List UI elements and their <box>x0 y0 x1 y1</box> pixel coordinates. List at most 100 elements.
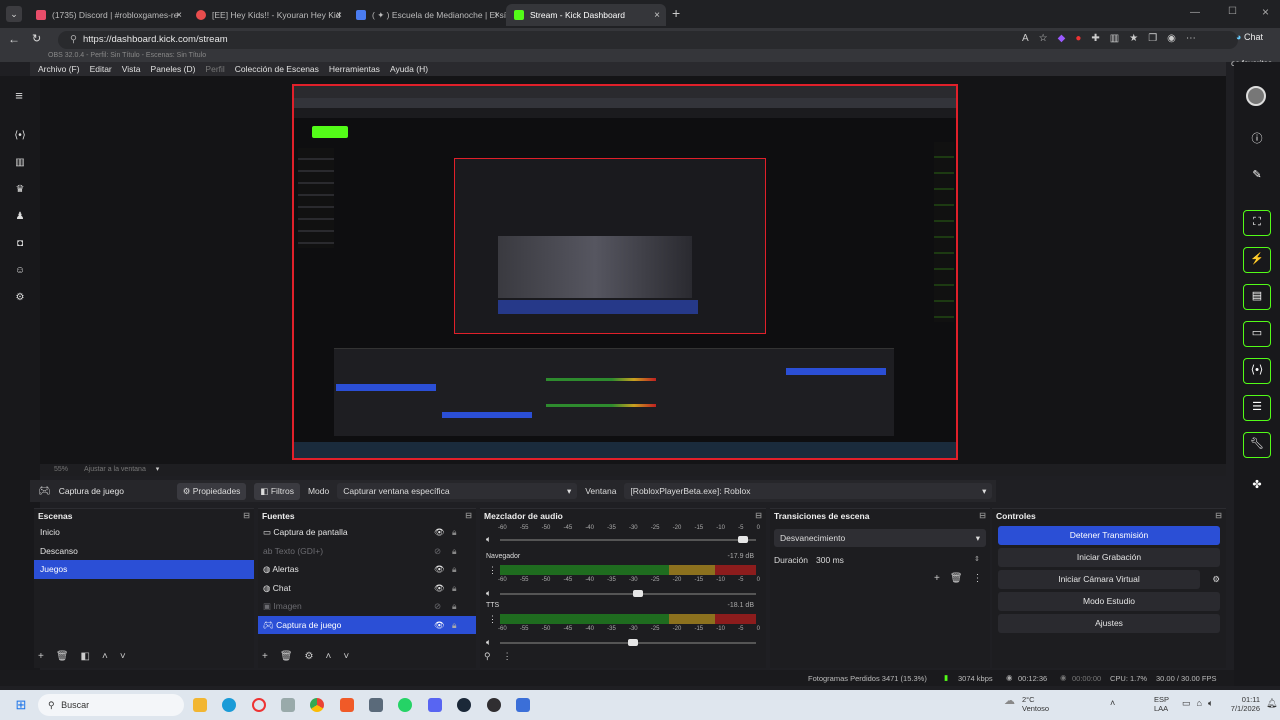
menu-coleccion-escenas[interactable]: Colección de Escenas <box>235 64 319 74</box>
fullscreen-button[interactable]: ⛶ <box>1243 210 1271 236</box>
maximize-icon[interactable]: ☐ <box>1228 6 1237 17</box>
lock-icon[interactable]: 🔒︎ <box>452 523 457 542</box>
close-tab-icon[interactable]: × <box>494 10 500 21</box>
back-icon[interactable]: ← <box>8 32 20 46</box>
network-icon[interactable]: ⌂ <box>1197 698 1202 709</box>
eye-icon[interactable]: 👁︎ <box>434 560 445 579</box>
stepper-icon[interactable]: ⇕ <box>974 555 980 565</box>
move-up-icon[interactable]: ˄ <box>326 651 332 662</box>
dock-menu-icon[interactable]: ⊟ <box>1215 509 1222 523</box>
minimize-icon[interactable]: — <box>1190 7 1200 18</box>
menu-vista[interactable]: Vista <box>122 64 141 74</box>
chrome-icon[interactable] <box>310 698 324 712</box>
browser-tab-escuela[interactable]: ( ✦ ) Escuela de Medianoche | El sí × <box>348 4 506 26</box>
tray-chevron-icon[interactable]: ˄ <box>1110 698 1115 708</box>
dock-menu-icon[interactable]: ⊟ <box>755 509 762 523</box>
browser-tab-kick[interactable]: Stream - Kick Dashboard × <box>506 4 666 26</box>
zoom-level[interactable]: 55% <box>54 466 68 473</box>
transition-select[interactable]: Desvanecimiento ▾ <box>774 529 986 547</box>
channel-icon[interactable]: ◘ <box>14 238 26 250</box>
notes-button[interactable]: ▤ <box>1243 284 1271 310</box>
dock-menu-icon[interactable]: ⊟ <box>465 509 472 523</box>
menu-archivo[interactable]: Archivo (F) <box>38 64 80 74</box>
lock-icon[interactable]: 🔒︎ <box>452 560 457 579</box>
scene-item-juegos[interactable]: Juegos <box>34 560 254 579</box>
analytics-icon[interactable]: ▥ <box>14 157 26 169</box>
avatar[interactable] <box>1246 86 1266 106</box>
volume-icon[interactable]: 🔈︎ <box>1208 698 1213 709</box>
lock-icon[interactable]: 🔒︎ <box>452 542 457 561</box>
channel-options-icon[interactable]: ⋮ <box>488 614 497 625</box>
mixer-menu-icon[interactable]: ⋮ <box>503 651 512 662</box>
start-recording-button[interactable]: Iniciar Grabación <box>998 548 1220 567</box>
studio-mode-button[interactable]: Modo Estudio <box>998 592 1220 611</box>
eye-icon[interactable]: 👁︎ <box>434 616 445 635</box>
battery-icon[interactable]: ▭ <box>1182 698 1191 709</box>
source-item[interactable]: ▣ Imagen ⊘ 🔒︎ <box>258 597 476 616</box>
file-explorer-icon[interactable] <box>193 698 207 712</box>
browser-tab-discord[interactable]: (1735) Discord | #robloxgames-re × <box>28 4 188 26</box>
settings-button[interactable]: Ajustes <box>998 614 1220 633</box>
edit-pencil-icon[interactable]: ✎ <box>1251 168 1263 181</box>
lock-icon[interactable]: 🔒︎ <box>452 616 457 635</box>
opera-icon[interactable] <box>252 698 266 712</box>
advanced-audio-icon[interactable]: ⚲ <box>484 651 491 662</box>
move-down-icon[interactable]: ˅ <box>343 651 349 662</box>
source-item[interactable]: ▭ Captura de pantalla 👁︎ 🔒︎ <box>258 523 476 542</box>
move-up-icon[interactable]: ˄ <box>102 651 108 662</box>
broadcast-button[interactable]: ⟨•⟩ <box>1243 358 1271 384</box>
site-info-icon[interactable]: ⚲ <box>70 34 77 45</box>
dock-menu-icon[interactable]: ⊟ <box>243 509 250 523</box>
discord-icon[interactable] <box>428 698 442 712</box>
split-screen-icon[interactable]: ▥ <box>1110 33 1119 44</box>
menu-ayuda[interactable]: Ayuda (H) <box>390 64 428 74</box>
browser-tab-youtube[interactable]: [EE] Hey Kids!! - Kyouran Hey Kid × <box>188 4 348 26</box>
taskbar-search[interactable]: ⚲ Buscar <box>38 694 184 716</box>
collections-icon[interactable]: ❐ <box>1148 33 1157 44</box>
volume-knob[interactable] <box>628 639 638 646</box>
users-icon[interactable]: ☺ <box>14 265 26 277</box>
app-icon[interactable] <box>281 698 295 712</box>
eye-icon[interactable]: 👁︎ <box>434 579 445 598</box>
delete-transition-icon[interactable]: 🗑︎ <box>950 573 963 584</box>
close-tab-icon[interactable]: × <box>176 10 182 21</box>
scene-item-descanso[interactable]: Descanso <box>34 542 254 561</box>
menu-herramientas[interactable]: Herramientas <box>329 64 380 74</box>
extension-icon[interactable]: ◆ <box>1058 33 1066 44</box>
stop-streaming-button[interactable]: Detener Transmisión <box>998 526 1220 545</box>
eye-hidden-icon[interactable]: ⊘ <box>434 542 441 561</box>
close-tab-icon[interactable]: × <box>336 10 342 21</box>
source-item[interactable]: ◍ Alertas 👁︎ 🔒︎ <box>258 560 476 579</box>
source-properties-icon[interactable]: ⚙ <box>305 651 314 662</box>
puzzle-icon[interactable]: ✤ <box>1251 478 1263 491</box>
copilot-chat-button[interactable]: ◕ Chat <box>1236 32 1263 42</box>
more-menu-icon[interactable]: ⋯ <box>1186 33 1196 44</box>
game-capture-preview[interactable] <box>292 84 958 460</box>
properties-button[interactable]: ⚙ Propiedades <box>176 482 247 500</box>
edge-icon[interactable] <box>222 698 236 712</box>
speaker-icon[interactable]: 🔈︎ <box>486 534 491 545</box>
active-app-icon[interactable] <box>516 698 530 712</box>
profile-avatar-icon[interactable]: ◉ <box>1167 33 1176 44</box>
reload-icon[interactable]: ↻ <box>32 32 41 45</box>
close-window-icon[interactable]: × <box>1262 5 1269 19</box>
close-tab-icon[interactable]: × <box>654 10 660 21</box>
notification-bell-icon[interactable]: 🔔︎ <box>1266 698 1277 709</box>
wrench-button[interactable]: 🔧︎ <box>1243 432 1271 458</box>
eye-hidden-icon[interactable]: ⊘ <box>434 597 441 616</box>
chevron-down-icon[interactable]: ▾ <box>156 466 160 473</box>
brave-icon[interactable] <box>340 698 354 712</box>
volume-slider[interactable] <box>500 590 756 597</box>
clock[interactable]: 01:11 7/1/2026 <box>1228 695 1260 713</box>
settings-gear-icon[interactable]: ⚙ <box>14 292 26 304</box>
tab-list-icon[interactable]: ⌄ <box>6 6 22 22</box>
chat-button[interactable]: ▭ <box>1243 321 1271 347</box>
community-icon[interactable]: ♟ <box>14 211 26 223</box>
source-item[interactable]: ab Texto (GDI+) ⊘ 🔒︎ <box>258 542 476 561</box>
obs-icon[interactable] <box>487 698 501 712</box>
whatsapp-icon[interactable] <box>398 698 412 712</box>
new-tab-button[interactable]: + <box>672 5 680 21</box>
windows-start-icon[interactable]: ⊞ <box>14 698 28 712</box>
mode-select[interactable]: Capturar ventana específica ▾ <box>337 483 578 499</box>
source-item-selected[interactable]: 🎮︎ Captura de juego 👁︎ 🔒︎ <box>258 615 476 635</box>
